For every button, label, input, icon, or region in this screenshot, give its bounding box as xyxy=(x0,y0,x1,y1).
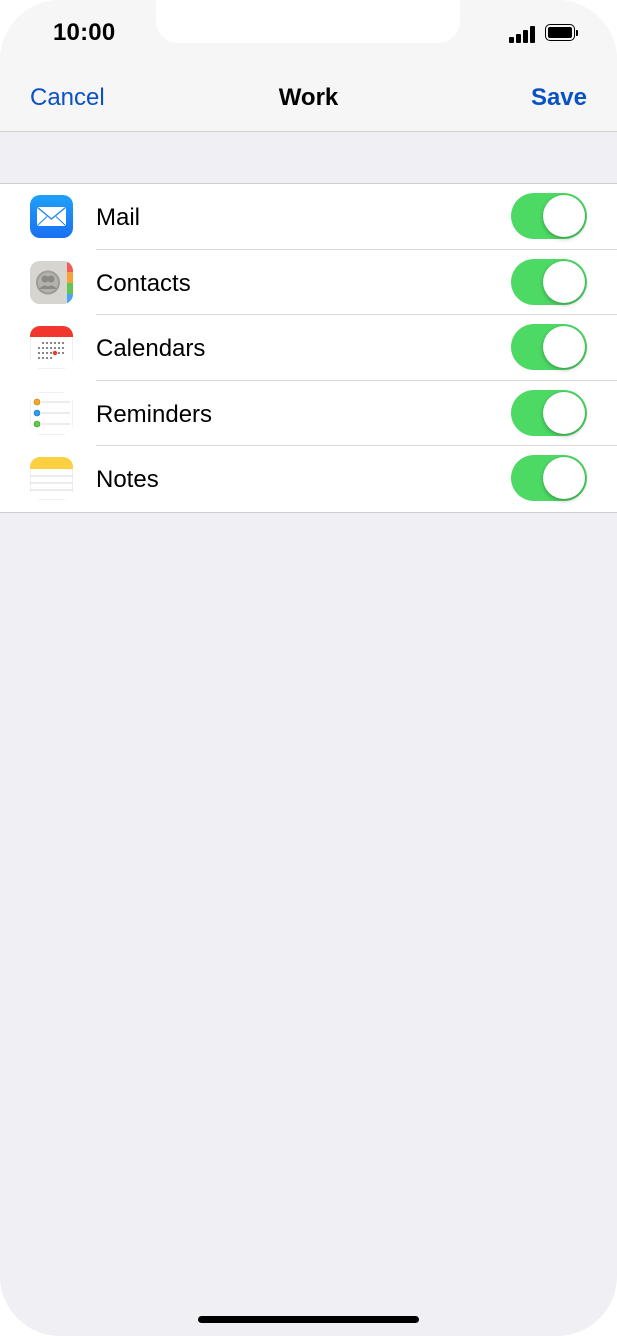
list-item-mail[interactable]: Mail xyxy=(0,184,617,250)
reminders-icon xyxy=(30,391,73,435)
cancel-button[interactable]: Cancel xyxy=(30,84,105,112)
reminders-toggle[interactable] xyxy=(511,389,587,436)
status-bar: 10:00 xyxy=(0,0,617,64)
contacts-icon xyxy=(30,260,73,304)
account-services-list: Mail Contacts Calendars Reminders Notes xyxy=(0,183,617,513)
mail-icon xyxy=(30,195,73,238)
list-item-reminders[interactable]: Reminders xyxy=(0,381,617,447)
battery-icon xyxy=(545,24,578,43)
list-item-calendars[interactable]: Calendars xyxy=(0,315,617,381)
calendar-icon xyxy=(30,326,73,370)
notch xyxy=(156,0,460,43)
list-item-label: Mail xyxy=(96,204,141,231)
contacts-toggle[interactable] xyxy=(511,258,587,305)
notes-toggle[interactable] xyxy=(511,455,587,502)
notes-icon xyxy=(30,457,73,501)
save-button[interactable]: Save xyxy=(531,84,587,112)
mail-toggle[interactable] xyxy=(511,193,587,239)
list-item-label: Contacts xyxy=(96,269,191,297)
home-indicator[interactable] xyxy=(198,1316,419,1323)
navigation-bar: Work Cancel Save xyxy=(0,64,617,132)
list-item-contacts[interactable]: Contacts xyxy=(0,250,617,316)
list-item-label: Calendars xyxy=(96,335,206,363)
list-item-label: Notes xyxy=(96,466,159,494)
list-item-notes[interactable]: Notes xyxy=(0,446,617,512)
status-time: 10:00 xyxy=(53,19,116,46)
calendars-toggle[interactable] xyxy=(511,324,587,371)
phone-screen: 10:00 Work Cancel Save Mail Contacts Cal… xyxy=(0,0,617,1336)
cellular-signal-icon xyxy=(509,25,537,43)
list-item-label: Reminders xyxy=(96,400,213,428)
